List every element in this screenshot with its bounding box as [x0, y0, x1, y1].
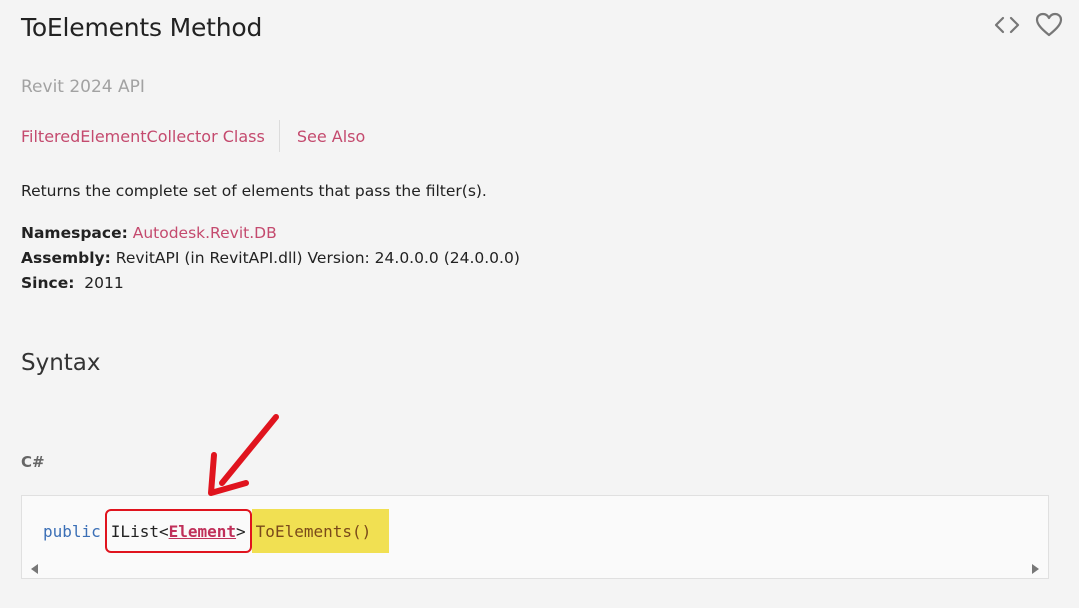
class-link[interactable]: FilteredElementCollector Class [21, 127, 265, 146]
horizontal-scrollbar[interactable] [22, 562, 1048, 578]
annotation-arrow-icon [208, 414, 279, 496]
since-label: Since: [21, 274, 75, 292]
see-also-link[interactable]: See Also [297, 127, 365, 146]
assembly-row: Assembly: RevitAPI (in RevitAPI.dll) Ver… [21, 246, 520, 271]
breadcrumb: FilteredElementCollector Class See Also [21, 120, 365, 152]
page-actions [993, 12, 1063, 42]
code-keyword: public [43, 521, 101, 541]
method-summary: Returns the complete set of elements tha… [21, 182, 487, 200]
language-label: C# [21, 453, 45, 471]
syntax-heading: Syntax [21, 350, 101, 376]
scroll-left-icon[interactable] [31, 564, 38, 574]
assembly-value: RevitAPI (in RevitAPI.dll) Version: 24.0… [115, 249, 520, 267]
scroll-right-icon[interactable] [1032, 564, 1039, 574]
namespace-label: Namespace: [21, 224, 128, 242]
assembly-label: Assembly: [21, 249, 111, 267]
metadata: Namespace: Autodesk.Revit.DB Assembly: R… [21, 221, 520, 296]
namespace-row: Namespace: Autodesk.Revit.DB [21, 221, 520, 246]
type-prefix: IList< [110, 521, 169, 541]
element-type-link[interactable]: Element [169, 522, 236, 541]
page-title: ToElements Method [21, 13, 263, 42]
code-line: public IList< Element > ToElements() [43, 509, 390, 553]
method-name-highlight: ToElements() [251, 509, 390, 553]
return-type-highlight: IList< Element > [104, 509, 252, 553]
since-row: Since: 2011 [21, 271, 520, 296]
code-icon[interactable] [993, 14, 1021, 40]
breadcrumb-divider [278, 120, 280, 152]
api-version: Revit 2024 API [21, 77, 145, 97]
namespace-link[interactable]: Autodesk.Revit.DB [133, 224, 277, 242]
type-suffix: > [236, 521, 246, 541]
heart-icon[interactable] [1035, 12, 1063, 42]
since-value: 2011 [84, 274, 124, 292]
code-block: public IList< Element > ToElements() [21, 495, 1049, 579]
